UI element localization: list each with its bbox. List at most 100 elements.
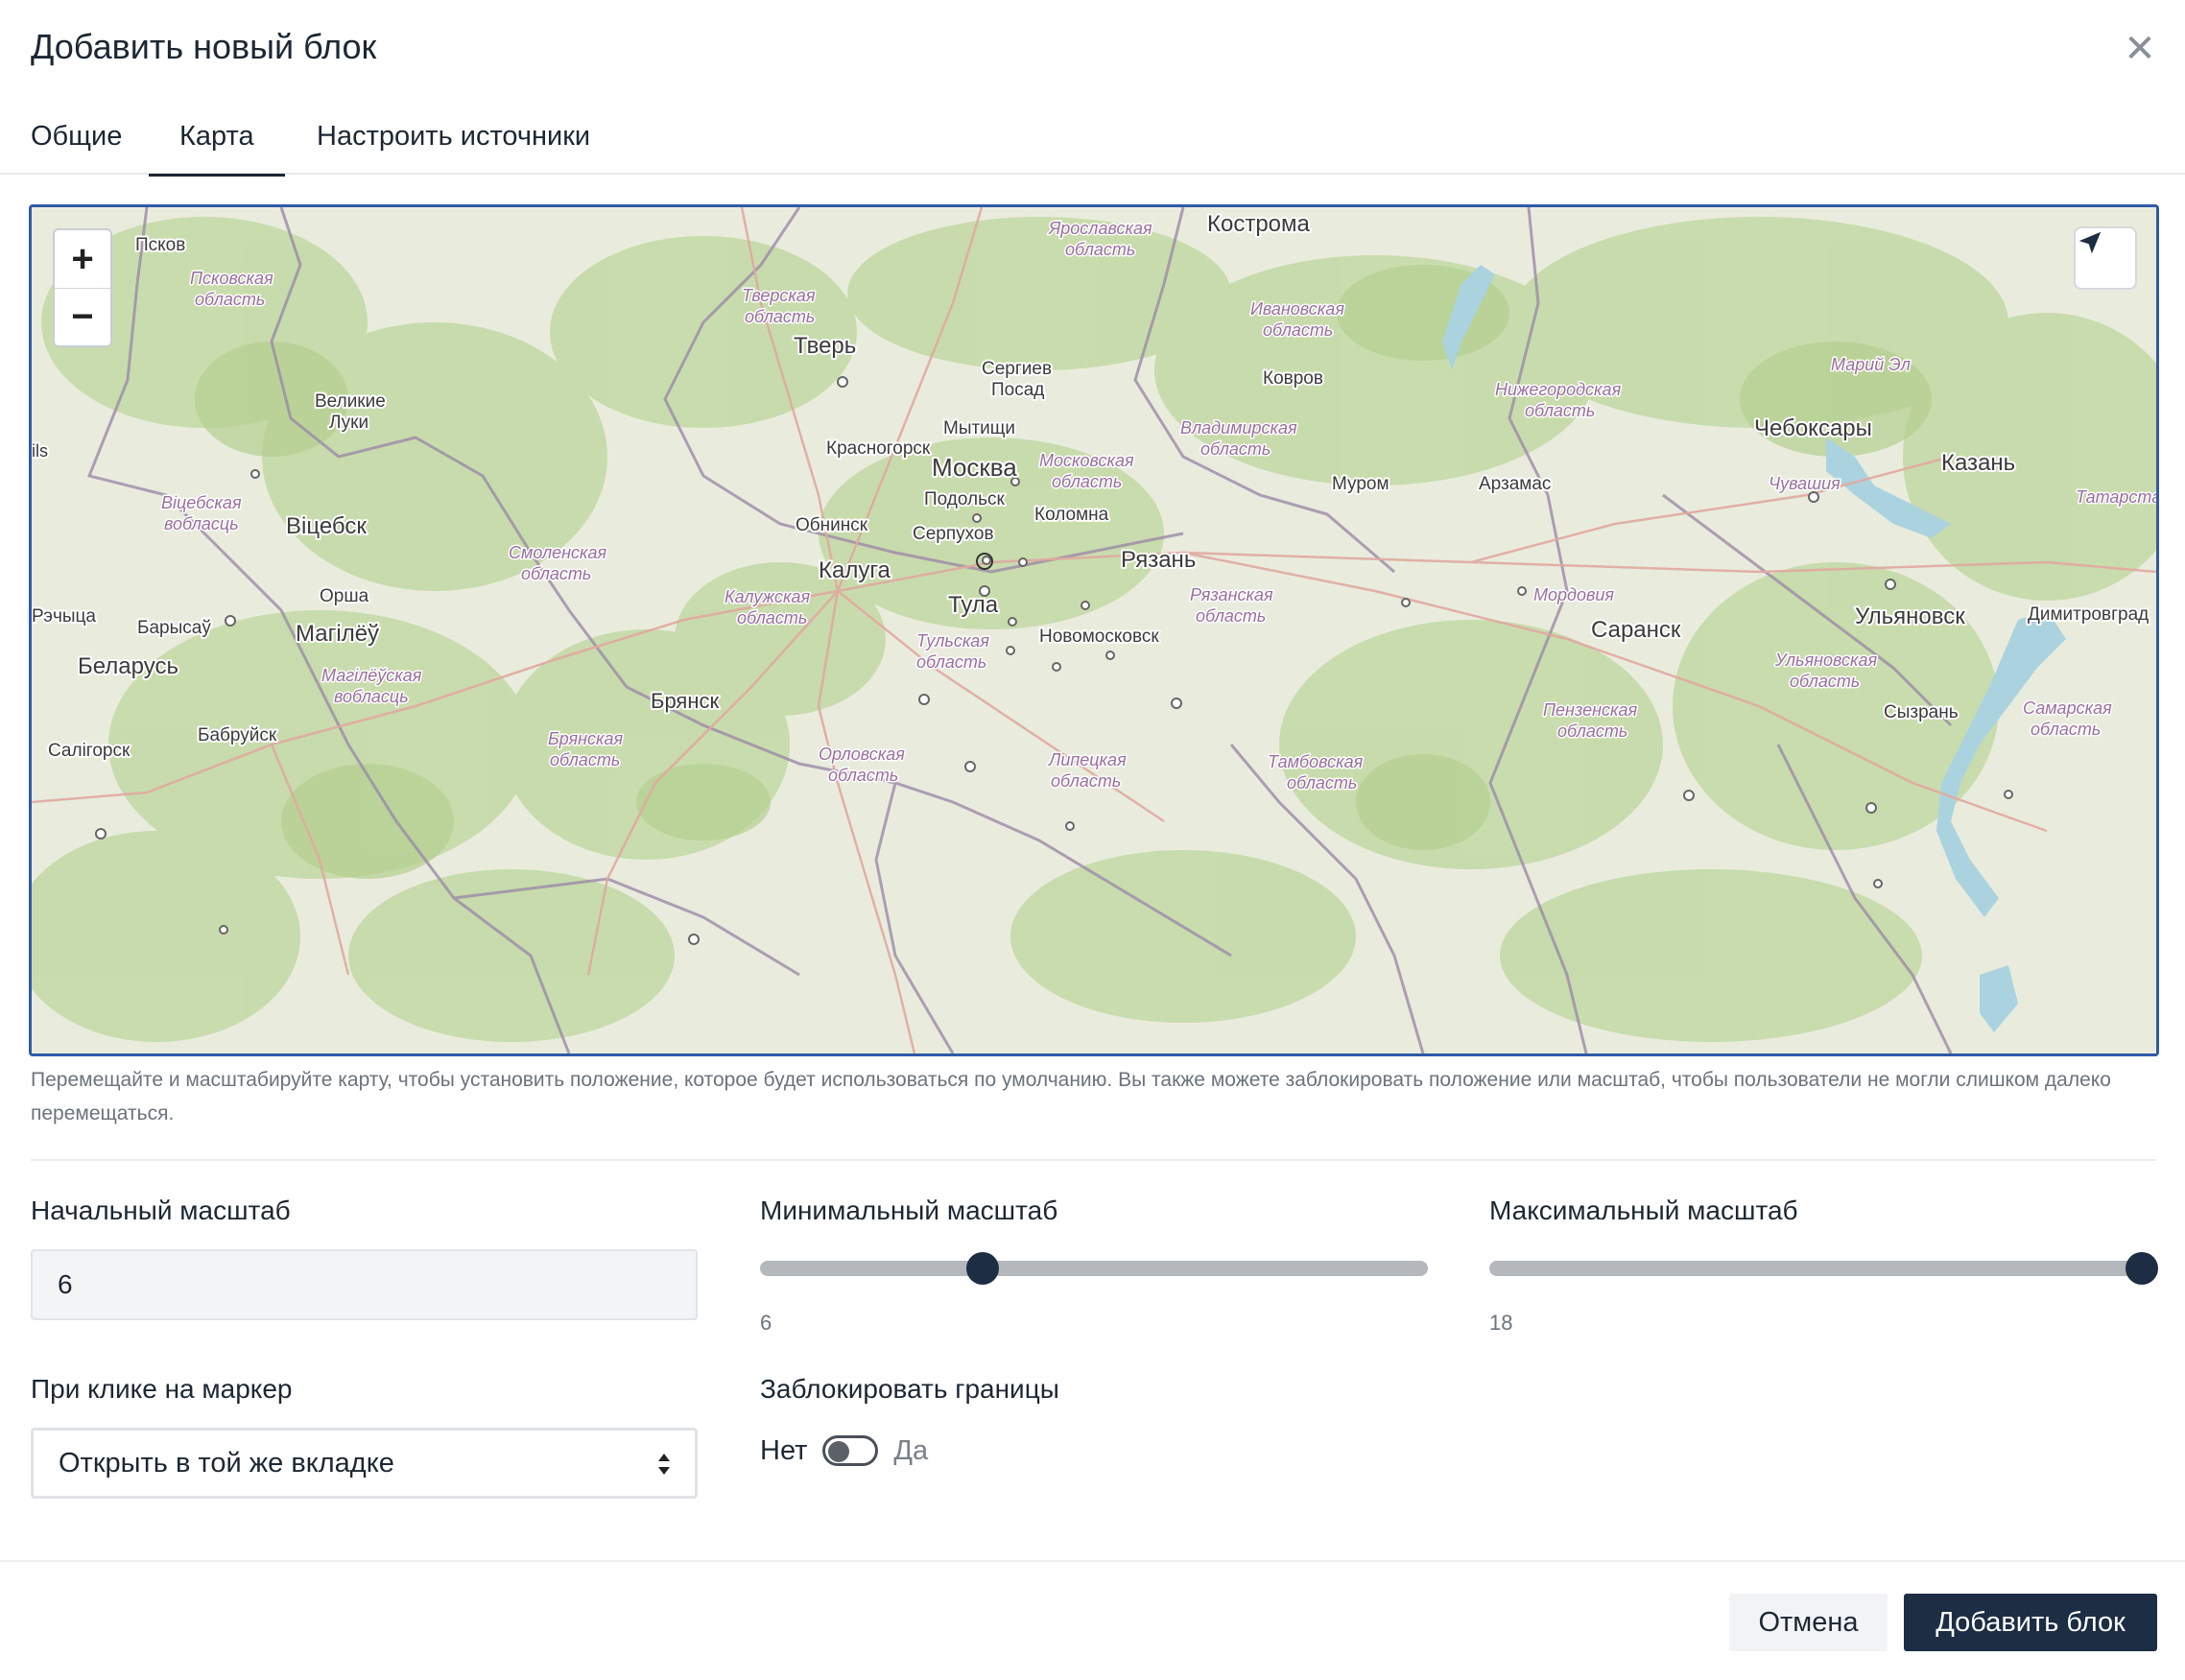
map-region-nizh-2: область [1525, 401, 1595, 420]
max-zoom-label: Максимальный масштаб [1489, 1195, 1798, 1225]
map-label-saransk: Саранск [1591, 617, 1681, 643]
map-region-yar-1: Ярославская [1048, 219, 1152, 238]
map-label-velikie-1: Великие [315, 391, 386, 412]
map-label-cheboksary: Чебоксары [1754, 415, 1872, 441]
max-zoom-slider-thumb[interactable] [2126, 1252, 2158, 1285]
map-label-serpukhov: Серпухов [913, 524, 994, 544]
map-label-podolsk: Подольск [924, 489, 1006, 509]
close-icon[interactable]: ✕ [2124, 30, 2156, 68]
map-region-tatarstan: Татарстан [2076, 487, 2156, 507]
map-label-arzamas: Арзамас [1479, 474, 1551, 494]
map-region-lip-2: область [1051, 771, 1121, 791]
map-region-ivanovo-1: Ивановская [1250, 299, 1344, 319]
map-label-kostroma: Кострома [1207, 211, 1311, 237]
map-region-ryaz-2: область [1196, 606, 1266, 626]
map-region-tver-1: Тверская [742, 286, 816, 305]
map-label-kazan: Казань [1941, 450, 2015, 476]
map-region-kalug-2: область [737, 608, 807, 627]
zoom-in-button[interactable]: + [55, 230, 110, 288]
marker-click-selected-value: Открыть в той же вкладке [59, 1447, 394, 1479]
tab-map[interactable]: Карта [149, 121, 285, 177]
map-region-chuvashia: Чувашия [1769, 474, 1841, 493]
select-arrows-icon [658, 1454, 670, 1475]
map-region-ulyan-1: Ульяновская [1774, 651, 1878, 670]
map-region-vlad-1: Владимирская [1180, 418, 1297, 438]
tab-bar: Общие Карта Настроить источники [0, 107, 2185, 177]
map-label-syzran: Сызрань [1884, 702, 1959, 722]
max-zoom-value: 18 [1489, 1311, 1513, 1335]
map-region-mosk-2: область [1052, 472, 1122, 491]
map-region-mari: Марий Эл [1831, 355, 1911, 374]
map-label-obninsk: Обнинск [796, 515, 868, 535]
map-label-vitebsk: Віцебск [286, 513, 367, 539]
footer-divider [0, 1560, 2185, 1562]
initial-zoom-input[interactable]: 6 [31, 1249, 698, 1320]
min-zoom-slider[interactable] [760, 1252, 1428, 1285]
map-label-orsha: Орша [320, 586, 369, 606]
map-region-viteb-2: вобласць [164, 514, 239, 533]
map-canvas: Псков Кострома Тверь Сергиев Посад Ковро… [32, 207, 2156, 1053]
map-region-tamb-2: область [1287, 773, 1357, 793]
tab-sources[interactable]: Настроить источники [317, 121, 590, 174]
map-region-vlad-2: область [1200, 439, 1271, 459]
map-region-ivanovo-2: область [1263, 320, 1333, 340]
max-zoom-slider[interactable] [1489, 1252, 2158, 1285]
map-label-tula: Тула [948, 592, 999, 618]
map-region-mosk-1: Московская [1039, 451, 1134, 470]
map-region-tul-2: область [916, 652, 986, 672]
map-label-mahilyou: Магілёў [296, 621, 379, 647]
map-label-bryansk: Брянск [651, 689, 719, 713]
map-region-bryan-1: Брянская [548, 729, 624, 748]
map-view[interactable]: Псков Кострома Тверь Сергиев Посад Ковро… [29, 204, 2159, 1056]
map-label-sergiev-1: Сергиев [982, 359, 1052, 379]
locate-button[interactable] [2076, 228, 2135, 288]
map-region-samara-2: область [2031, 720, 2101, 739]
min-zoom-label: Минимальный масштаб [760, 1195, 1058, 1225]
map-label-moskva: Москва [932, 453, 1017, 482]
lock-bounds-toggle[interactable] [822, 1435, 879, 1466]
zoom-control: + − [53, 228, 112, 347]
map-region-ulyan-2: область [1790, 672, 1860, 691]
min-zoom-value: 6 [760, 1311, 772, 1335]
map-region-tul-1: Тульская [916, 631, 989, 651]
navigation-arrow-icon [2078, 231, 2102, 254]
tab-general[interactable]: Общие [31, 121, 122, 174]
map-region-mahil-1: Магілёўская [321, 666, 422, 685]
min-zoom-slider-thumb[interactable] [966, 1252, 999, 1285]
map-label-novomoskovsk: Новомосковск [1039, 627, 1159, 647]
toggle-knob [828, 1441, 850, 1462]
map-label-murom: Муром [1332, 474, 1389, 494]
map-label-mytishchi: Мытищи [943, 418, 1015, 438]
map-label-pskov: Псков [135, 235, 185, 255]
map-label-velikie-2: Луки [329, 413, 368, 433]
map-label-krasnogorsk: Красногорск [826, 438, 931, 459]
map-label-kolomna: Коломна [1034, 505, 1109, 525]
map-label-salihorsk: Салігорск [48, 741, 131, 761]
section-divider [31, 1159, 2156, 1161]
map-label-tver: Тверь [794, 333, 856, 359]
map-region-orel-1: Орловская [819, 745, 905, 764]
map-region-penza-2: область [1557, 722, 1627, 741]
map-region-pskov-1: Псковская [190, 269, 273, 288]
marker-click-label: При клике на маркер [31, 1374, 293, 1404]
zoom-out-button[interactable]: − [55, 288, 110, 345]
cancel-button[interactable]: Отмена [1729, 1594, 1888, 1651]
map-help-text: Перемещайте и масштабируйте карту, чтобы… [31, 1069, 2111, 1124]
dialog-title: Добавить новый блок [31, 27, 377, 66]
lock-bounds-on-label: Да [893, 1434, 929, 1466]
map-region-penza-1: Пензенская [1543, 700, 1638, 720]
map-label-barysau: Барысаў [137, 618, 211, 638]
map-label-sergiev-2: Посад [991, 380, 1044, 400]
add-block-button[interactable]: Добавить блок [1904, 1594, 2157, 1651]
map-region-kalug-1: Калужская [724, 587, 810, 606]
marker-click-select[interactable]: Открыть в той же вкладке [31, 1428, 698, 1499]
map-label-dimitrovgrad: Димитровград [2028, 604, 2149, 625]
map-region-pskov-2: область [195, 290, 265, 309]
map-region-tver-2: область [745, 307, 815, 326]
map-region-tamb-1: Тамбовская [1268, 752, 1364, 771]
map-region-nizh-1: Нижегородская [1495, 380, 1622, 399]
map-label-fragment: ils [32, 441, 48, 461]
lock-bounds-off-label: Нет [760, 1434, 808, 1466]
map-region-smol-2: область [521, 564, 591, 583]
map-region-mordovia: Мордовия [1533, 585, 1614, 604]
